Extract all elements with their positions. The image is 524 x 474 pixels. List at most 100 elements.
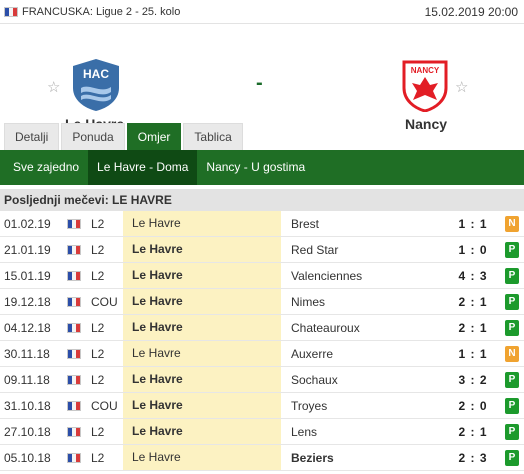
table-row[interactable]: 05.10.18 L2 Le Havre Beziers 2 : 3 P bbox=[0, 445, 524, 471]
nancy-logo-text: NANCY bbox=[411, 66, 440, 75]
tab-ponuda[interactable]: Ponuda bbox=[61, 123, 125, 150]
france-flag-icon bbox=[67, 271, 81, 281]
match-date: 09.11.18 bbox=[4, 372, 50, 387]
tab-tablica[interactable]: Tablica bbox=[183, 123, 243, 150]
away-team: Troyes bbox=[291, 398, 328, 413]
match-date: 30.11.18 bbox=[4, 346, 50, 361]
result-badge: N bbox=[505, 346, 519, 362]
match-date: 27.10.18 bbox=[4, 424, 51, 439]
result-badge: P bbox=[505, 398, 519, 414]
france-flag-icon bbox=[67, 219, 81, 229]
subtab-home[interactable]: Le Havre - Doma bbox=[88, 150, 198, 185]
match-score: 2 : 1 bbox=[458, 294, 488, 309]
competition-code: L2 bbox=[91, 268, 105, 283]
le-havre-logo-text: HAC bbox=[83, 67, 109, 81]
france-flag-icon bbox=[67, 453, 81, 463]
result-badge: P bbox=[505, 424, 519, 440]
competition-code: L2 bbox=[91, 424, 105, 439]
match-score: 1 : 0 bbox=[458, 242, 488, 257]
competition-code: L2 bbox=[91, 450, 105, 465]
match-score: 2 : 1 bbox=[458, 320, 488, 335]
result-badge: P bbox=[505, 268, 519, 284]
away-team: Lens bbox=[291, 424, 318, 439]
tab-omjer[interactable]: Omjer bbox=[126, 123, 182, 150]
match-date: 01.02.19 bbox=[4, 216, 51, 231]
league-bar: FRANCUSKA: Ligue 2 - 25. kolo 15.02.2019… bbox=[0, 0, 524, 24]
le-havre-logo[interactable]: HAC bbox=[71, 58, 121, 112]
away-team: Brest bbox=[291, 216, 320, 231]
home-team: Le Havre bbox=[123, 445, 281, 470]
match-score: 2 : 0 bbox=[458, 398, 488, 413]
result-badge: P bbox=[505, 242, 519, 258]
matches-table: 01.02.19 L2 Le Havre Brest 1 : 1 N 21.01.19 L2 L… bbox=[0, 211, 524, 471]
tab-detalji[interactable]: Detalji bbox=[4, 123, 60, 150]
table-row[interactable]: 21.01.19 L2 Le Havre Red Star 1 : 0 P bbox=[0, 237, 524, 263]
result-badge: N bbox=[505, 216, 519, 232]
match-date: 04.12.18 bbox=[4, 320, 51, 335]
match-score: 1 : 1 bbox=[458, 346, 488, 361]
france-flag-icon bbox=[67, 245, 81, 255]
match-date: 21.01.19 bbox=[4, 242, 51, 257]
home-team: Le Havre bbox=[123, 237, 281, 262]
away-team: Valenciennes bbox=[291, 268, 363, 283]
section-title: Posljednji mečevi: LE HAVRE bbox=[0, 189, 524, 211]
table-row[interactable]: 09.11.18 L2 Le Havre Sochaux 3 : 2 P bbox=[0, 367, 524, 393]
favorite-star-icon-away[interactable]: ☆ bbox=[455, 78, 468, 96]
france-flag-icon bbox=[67, 375, 81, 385]
home-team: Le Havre bbox=[123, 315, 281, 340]
match-header: ☆ HAC Le Havre - NANCY ☆ Nancy bbox=[0, 24, 524, 132]
home-team: Le Havre bbox=[123, 289, 281, 314]
match-score: 1 : 1 bbox=[458, 216, 488, 231]
nancy-logo[interactable]: NANCY bbox=[400, 58, 450, 112]
home-team: Le Havre bbox=[123, 367, 281, 392]
subtab-all[interactable]: Sve zajedno bbox=[4, 150, 88, 185]
table-row[interactable]: 15.01.19 L2 Le Havre Valenciennes 4 : 3 P bbox=[0, 263, 524, 289]
match-score: 2 : 3 bbox=[458, 450, 488, 465]
home-team: Le Havre bbox=[123, 211, 281, 236]
competition-code: COU bbox=[91, 398, 118, 413]
away-team: Red Star bbox=[291, 242, 339, 257]
sub-tabs: Sve zajedno Le Havre - Doma Nancy - U go… bbox=[0, 150, 524, 185]
away-team: Sochaux bbox=[291, 372, 338, 387]
match-date: 15.01.19 bbox=[4, 268, 51, 283]
table-row[interactable]: 04.12.18 L2 Le Havre Chateauroux 2 : 1 P bbox=[0, 315, 524, 341]
away-team: Auxerre bbox=[291, 346, 334, 361]
table-row[interactable]: 19.12.18 COU Le Havre Nimes 2 : 1 P bbox=[0, 289, 524, 315]
match-datetime: 15.02.2019 20:00 bbox=[424, 4, 518, 19]
table-row[interactable]: 30.11.18 L2 Le Havre Auxerre 1 : 1 N bbox=[0, 341, 524, 367]
match-score: 2 : 1 bbox=[458, 424, 488, 439]
away-team-name[interactable]: Nancy bbox=[405, 116, 447, 132]
subtab-away[interactable]: Nancy - U gostima bbox=[197, 150, 314, 185]
france-flag-icon bbox=[67, 427, 81, 437]
away-team: Beziers bbox=[291, 450, 334, 465]
competition-code: COU bbox=[91, 294, 118, 309]
france-flag-icon bbox=[67, 401, 81, 411]
competition-code: L2 bbox=[91, 242, 105, 257]
france-flag-icon bbox=[67, 297, 81, 307]
away-team: Nimes bbox=[291, 294, 326, 309]
home-team: Le Havre bbox=[123, 419, 281, 444]
away-team: Chateauroux bbox=[291, 320, 360, 335]
match-date: 05.10.18 bbox=[4, 450, 51, 465]
match-date: 19.12.18 bbox=[4, 294, 51, 309]
competition-code: L2 bbox=[91, 320, 105, 335]
league-title[interactable]: FRANCUSKA: Ligue 2 - 25. kolo bbox=[22, 6, 180, 18]
home-team: Le Havre bbox=[123, 393, 281, 418]
home-team: Le Havre bbox=[123, 341, 281, 366]
competition-code: L2 bbox=[91, 372, 105, 387]
france-flag-icon bbox=[67, 349, 81, 359]
table-row[interactable]: 31.10.18 COU Le Havre Troyes 2 : 0 P bbox=[0, 393, 524, 419]
home-team: Le Havre bbox=[123, 263, 281, 288]
france-flag-icon bbox=[67, 323, 81, 333]
score-separator: - bbox=[256, 72, 263, 94]
competition-code: L2 bbox=[91, 346, 105, 361]
competition-code: L2 bbox=[91, 216, 105, 231]
result-badge: P bbox=[505, 320, 519, 336]
table-row[interactable]: 01.02.19 L2 Le Havre Brest 1 : 1 N bbox=[0, 211, 524, 237]
match-date: 31.10.18 bbox=[4, 398, 51, 413]
result-badge: P bbox=[505, 372, 519, 388]
favorite-star-icon-home[interactable]: ☆ bbox=[47, 78, 60, 96]
table-row[interactable]: 27.10.18 L2 Le Havre Lens 2 : 1 P bbox=[0, 419, 524, 445]
result-badge: P bbox=[505, 450, 519, 466]
main-tabs: Detalji Ponuda Omjer Tablica bbox=[4, 123, 245, 150]
